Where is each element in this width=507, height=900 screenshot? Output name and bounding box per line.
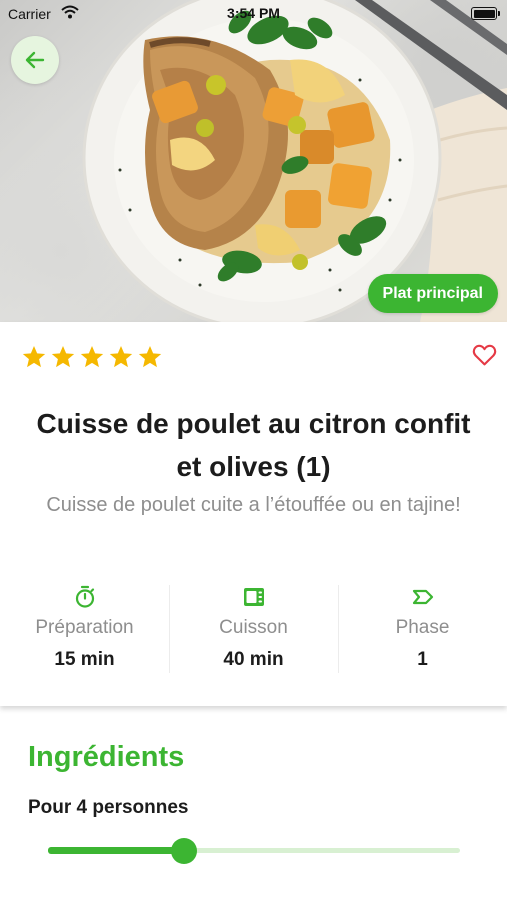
label-tag-icon [412, 589, 433, 605]
star-icon [51, 345, 75, 368]
star-icon [109, 345, 133, 368]
arrow-left-icon [25, 51, 45, 69]
status-time: 3:54 PM [227, 5, 280, 21]
servings-slider[interactable] [48, 836, 460, 866]
stat-phase: Phase 1 [338, 585, 507, 673]
recipe-subtitle: Cuisse de poulet cuite a l’étouffée ou e… [46, 494, 461, 516]
slider-fill [48, 847, 184, 854]
back-button[interactable] [11, 36, 59, 84]
recipe-stats: Préparation 15 min Cuisson 40 min Phase … [0, 585, 507, 673]
stat-value: 15 min [54, 649, 115, 670]
stat-value: 40 min [223, 649, 284, 670]
stat-label: Cuisson [219, 617, 288, 638]
recipe-title: Cuisse de poulet au citron confit et oli… [36, 408, 471, 482]
star-icon [22, 345, 46, 368]
servings-label: Pour 4 personnes [28, 797, 189, 818]
stat-label: Phase [395, 617, 450, 638]
rating-stars[interactable] [21, 344, 163, 370]
battery-icon [471, 7, 500, 20]
timer-icon [75, 585, 94, 608]
stat-label: Préparation [35, 617, 134, 638]
status-bar: Carrier 3:54 PM [0, 0, 507, 28]
stat-preparation: Préparation 15 min [0, 585, 169, 673]
star-icon [138, 345, 162, 368]
recipe-info-card: Cuisse de poulet au citron confit et oli… [0, 322, 507, 706]
star-icon [80, 345, 104, 368]
stat-value: 1 [417, 649, 428, 670]
ingredients-heading: Ingrédients [28, 741, 185, 773]
recipe-hero-image: Carrier 3:54 PM Plat principal [0, 0, 507, 322]
heart-outline-icon[interactable] [472, 343, 497, 367]
slider-thumb[interactable] [170, 838, 197, 864]
stat-cuisson: Cuisson 40 min [169, 585, 338, 673]
oven-icon [243, 588, 264, 606]
category-badge[interactable]: Plat principal [367, 274, 498, 313]
